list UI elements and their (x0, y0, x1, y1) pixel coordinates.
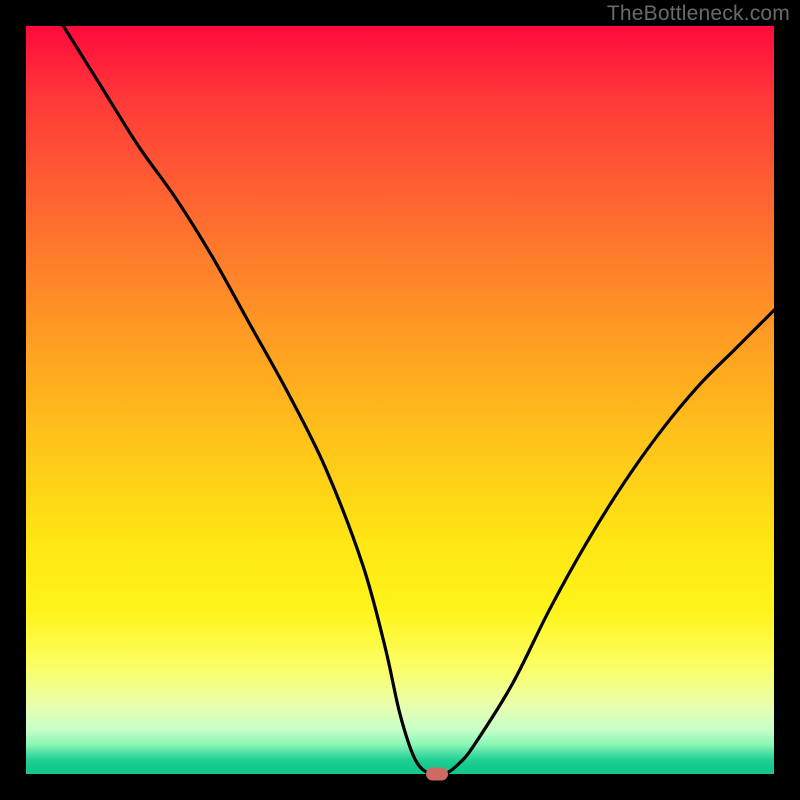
plot-area (26, 26, 774, 774)
watermark-text: TheBottleneck.com (607, 2, 790, 26)
optimal-marker (426, 768, 448, 781)
chart-frame: TheBottleneck.com (0, 0, 800, 800)
bottleneck-curve (26, 26, 774, 774)
